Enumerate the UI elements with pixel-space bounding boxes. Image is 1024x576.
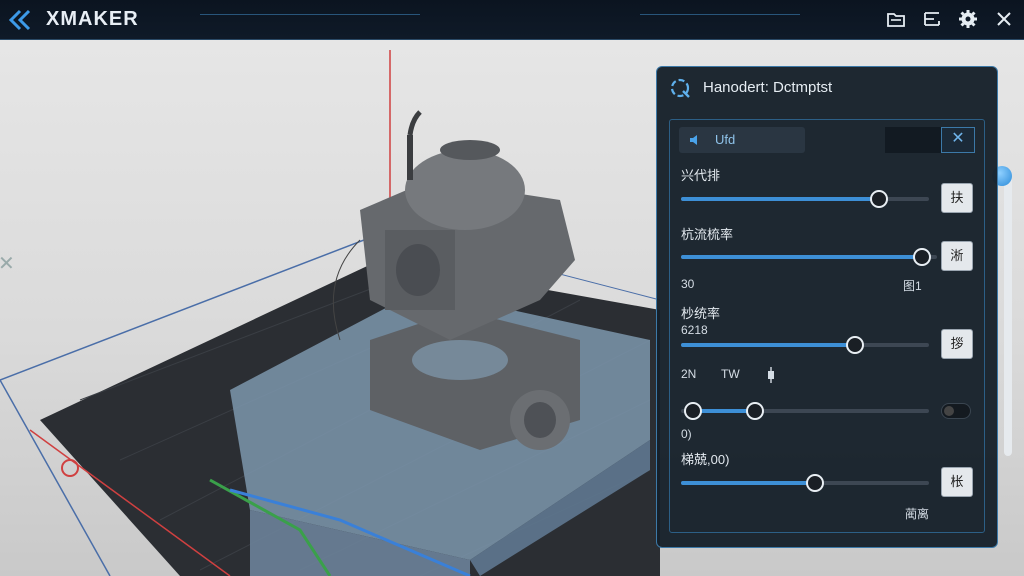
mode-chip[interactable]: Ufd: [679, 127, 805, 153]
slider-5-knob[interactable]: [805, 474, 824, 492]
mode-label-1: 2N: [681, 367, 697, 381]
folder-icon[interactable]: [886, 9, 906, 29]
slider-1-button[interactable]: 扶: [941, 183, 973, 213]
slider-5-fill: [681, 481, 815, 485]
gear-icon[interactable]: [958, 9, 978, 29]
settings-logo-icon: [670, 78, 690, 98]
slider-2-max-label: 图1: [903, 279, 922, 293]
settings-panel: Hanodert: Dctmptst Ufd ✕ 兴代排 扶 杭流梳率 淅 30…: [656, 66, 998, 548]
slider-3-fill: [681, 343, 855, 347]
slider-3-button[interactable]: 拶: [941, 329, 973, 359]
range-slider-track[interactable]: [681, 402, 929, 420]
panel-footer-label: 蔺离: [905, 507, 930, 521]
slider-2-label: 杭流梳率: [681, 227, 734, 242]
mode-chip-label: Ufd: [715, 132, 736, 147]
speaker-icon: [690, 135, 697, 145]
slider-1-label: 兴代排: [681, 168, 721, 183]
title-decoration: [200, 14, 420, 15]
title-decoration: [640, 14, 800, 15]
svg-text:✕: ✕: [0, 251, 15, 275]
panel-title: Hanodert: Dctmptst: [703, 79, 833, 96]
title-bar: XMAKER: [0, 0, 1024, 40]
crop-icon[interactable]: [922, 9, 942, 29]
slider-1-track[interactable]: [681, 190, 929, 208]
pin-icon[interactable]: [765, 367, 777, 383]
model-dome: [405, 150, 525, 230]
range-value-label: 0): [681, 427, 692, 441]
slider-5-track[interactable]: [681, 474, 929, 492]
slider-5-button[interactable]: 枨: [941, 467, 973, 497]
mode-label-2: TW: [721, 367, 740, 381]
slider-2-knob[interactable]: [912, 248, 931, 266]
slider-2-fill: [681, 255, 922, 259]
app-title: XMAKER: [46, 8, 139, 30]
panel-close-button[interactable]: ✕: [941, 127, 975, 153]
slider-2-button[interactable]: 淅: [941, 241, 973, 271]
range-toggle[interactable]: [941, 403, 971, 419]
slider-2-track[interactable]: [681, 248, 937, 266]
slider-1-fill: [681, 197, 880, 201]
chip-spacer: [885, 127, 941, 153]
slider-3-sublabel: 6218: [681, 323, 708, 337]
slider-3-track[interactable]: [681, 336, 929, 354]
close-icon[interactable]: [994, 9, 1014, 29]
slider-3-knob[interactable]: [845, 336, 864, 354]
scrollbar-track[interactable]: [1004, 176, 1012, 456]
slider-3-label: 杪统率: [681, 306, 721, 321]
slider-2-min-label: 30: [681, 277, 695, 291]
back-chevron-icon[interactable]: [8, 9, 32, 31]
slider-5-label: 梯兢,00): [681, 452, 730, 467]
